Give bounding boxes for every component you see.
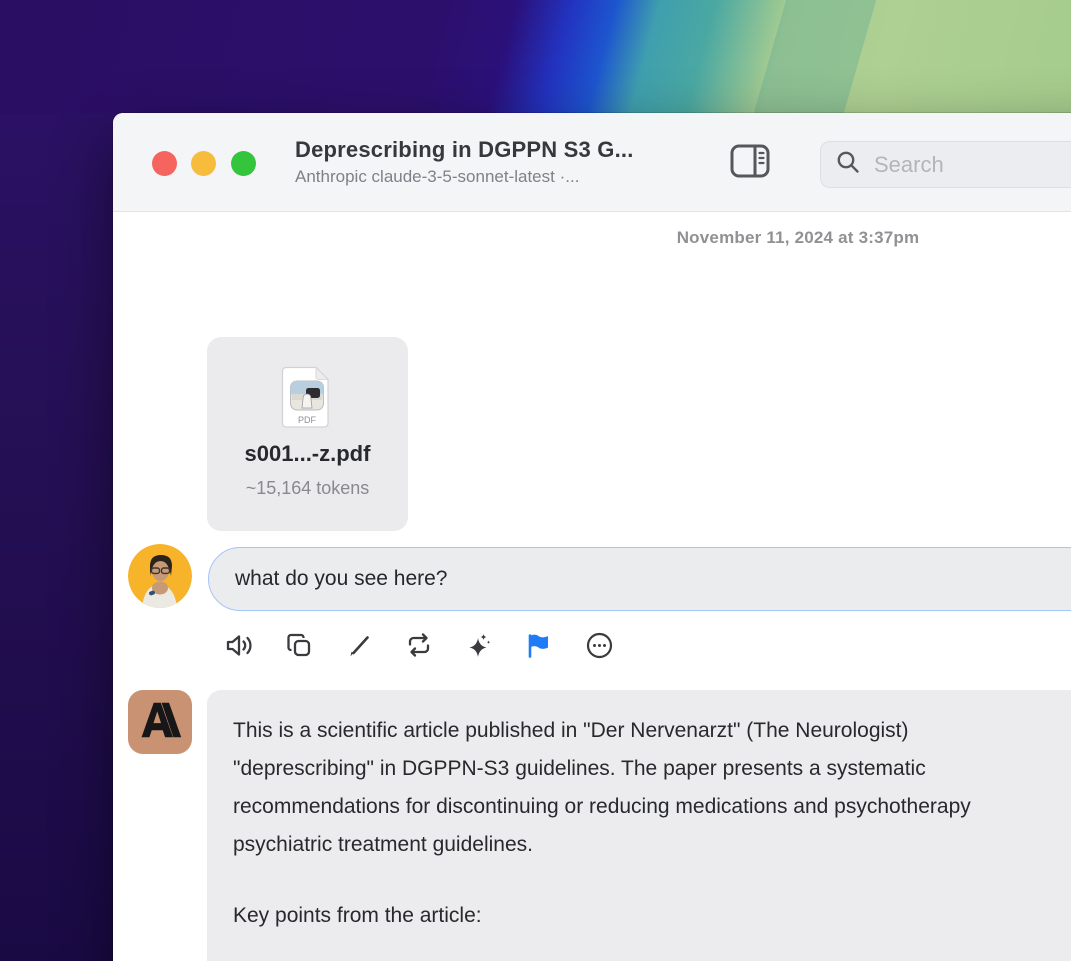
sparkles-icon [465,631,493,659]
assistant-text-line: psychiatric treatment guidelines. [233,826,1071,864]
assistant-message-bubble[interactable]: This is a scientific article published i… [207,690,1071,961]
user-avatar [128,544,192,608]
search-input[interactable] [874,152,1071,178]
anthropic-logo-icon [138,700,182,745]
speaker-icon [225,632,254,659]
date-header: November 11, 2024 at 3:37pm [113,228,1071,248]
assistant-text-line: "deprescribing" in DGPPN-S3 guidelines. … [233,750,1071,788]
flag-button[interactable] [509,629,569,661]
repeat-icon [405,631,433,659]
flag-icon [526,632,552,659]
pencil-icon [346,632,373,659]
speak-button[interactable] [209,629,269,661]
sidebar-toggle-button[interactable] [727,143,773,183]
close-button[interactable] [152,151,177,176]
message-actions-toolbar [209,629,629,661]
minimize-button[interactable] [191,151,216,176]
more-button[interactable] [569,629,629,661]
title-block: Deprescribing in DGPPN S3 G... Anthropic… [295,137,634,187]
attachment-filename: s001...-z.pdf [207,441,408,467]
zoom-button[interactable] [231,151,256,176]
desktop-wallpaper-top [0,0,1071,113]
user-message-text: what do you see here? [235,567,447,590]
desktop: Deprescribing in DGPPN S3 G... Anthropic… [0,0,1071,961]
assistant-text-line: Key points from the article: [233,897,1071,935]
attachment-card[interactable]: PDF s001...-z.pdf ~15,164 tokens [207,337,408,531]
sidebar-toggle-icon [730,144,770,183]
assistant-text-line: This is a scientific article published i… [233,712,1071,750]
window-title: Deprescribing in DGPPN S3 G... [295,137,634,163]
copy-button[interactable] [269,629,329,661]
pdf-label: PDF [298,415,317,425]
assistant-avatar [128,690,192,754]
regenerate-button[interactable] [389,629,449,661]
edit-button[interactable] [329,629,389,661]
attachment-token-count: ~15,164 tokens [207,478,408,499]
user-message-bubble[interactable]: what do you see here? [208,547,1071,611]
enhance-button[interactable] [449,629,509,661]
assistant-text-line: recommendations for discontinuing or red… [233,788,1071,826]
window-subtitle: Anthropic claude-3-5-sonnet-latest ·... [295,167,634,187]
search-field[interactable] [820,141,1071,188]
search-icon [835,149,861,180]
chat-app-window: Deprescribing in DGPPN S3 G... Anthropic… [113,113,1071,961]
window-titlebar: Deprescribing in DGPPN S3 G... Anthropic… [113,113,1071,212]
copy-icon [286,632,313,659]
pdf-file-icon: PDF [281,366,333,433]
ellipsis-circle-icon [585,631,614,660]
